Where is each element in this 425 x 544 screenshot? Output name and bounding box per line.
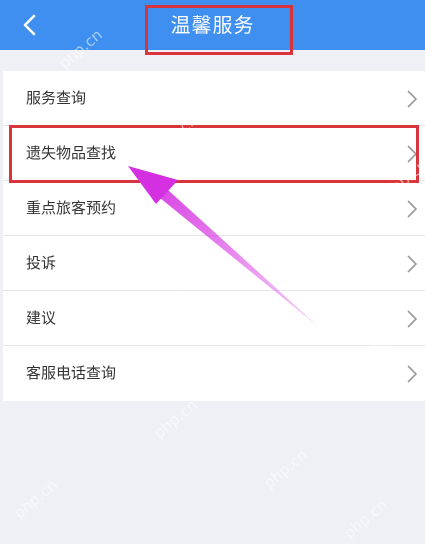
annotation-arrow bbox=[128, 166, 320, 328]
arrow-shaft bbox=[160, 190, 320, 328]
